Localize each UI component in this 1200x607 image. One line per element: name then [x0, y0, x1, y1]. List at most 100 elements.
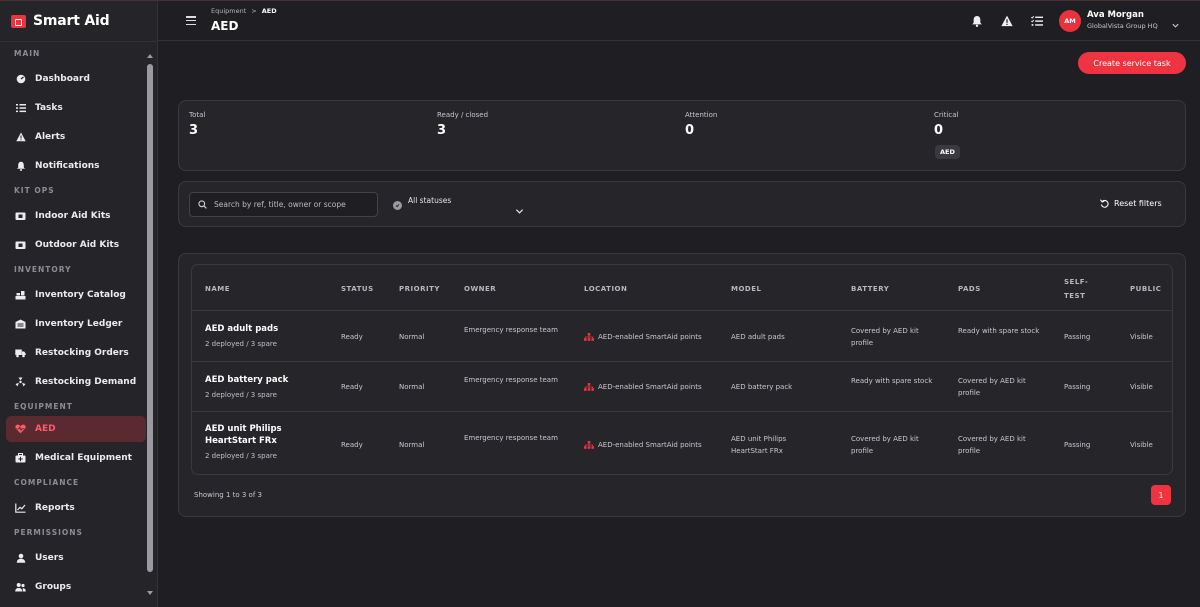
column-header-name[interactable]: NAME [205, 285, 230, 293]
item-stock: 2 deployed / 3 spare [205, 452, 277, 460]
user-name[interactable]: Ava Morgan [1087, 10, 1144, 20]
sidebar-item-aed[interactable]: AED [6, 416, 146, 442]
sidebar-item-label: Dashboard [35, 74, 90, 84]
kit-icon [15, 240, 26, 251]
sidebar-item-label: Reports [35, 503, 75, 513]
sidebar-item-restocking-demand[interactable]: Restocking Demand [6, 369, 146, 395]
aed-table-card: NAME STATUS PRIORITY OWNER LOCATION MODE… [178, 253, 1186, 517]
alert-icon [15, 132, 26, 143]
chevron-down-icon[interactable] [1171, 15, 1180, 28]
sidebar-item-label: AED [35, 424, 56, 434]
section-compliance: COMPLIANCE [14, 478, 80, 487]
column-header-model[interactable]: MODEL [731, 285, 761, 293]
header-actions [970, 14, 1043, 27]
sidebar-item-indoor-aid-kits[interactable]: Indoor Aid Kits [6, 203, 146, 229]
sidebar: Smart Aid MAIN Dashboard Tasks Alerts No… [0, 1, 158, 607]
cell-priority: Normal [399, 333, 425, 341]
table-row[interactable]: AED unit Philips HeartStart FRx 2 deploy… [192, 412, 1172, 474]
column-header-status[interactable]: STATUS [341, 285, 374, 293]
stat-value: 3 [189, 123, 199, 138]
column-header-owner[interactable]: OWNER [464, 285, 496, 293]
stat-label: Attention [685, 111, 718, 119]
column-header-priority[interactable]: PRIORITY [399, 285, 440, 293]
create-service-task-button[interactable]: Create service task [1078, 52, 1186, 74]
breadcrumb: Equipment > AED [211, 7, 277, 15]
status-filter-select[interactable]: All statuses [393, 192, 533, 217]
cell-location: AED-enabled SmartAid points [584, 439, 702, 451]
item-name[interactable]: AED battery pack [205, 374, 288, 386]
scroll-down-arrow-icon[interactable] [147, 591, 153, 595]
sidebar-item-label: Groups [35, 582, 72, 592]
cell-name: AED battery pack 2 deployed / 3 spare [205, 374, 288, 401]
reset-icon [1100, 199, 1109, 208]
sidebar-item-tasks[interactable]: Tasks [6, 95, 146, 121]
sidebar-item-inventory-catalog[interactable]: Inventory Catalog [6, 282, 146, 308]
sidebar-item-label: Restocking Demand [35, 377, 137, 387]
first-aid-kit-icon [11, 14, 26, 28]
cell-model: AED adult pads [731, 333, 785, 341]
sidebar-item-groups[interactable]: Groups [6, 574, 146, 600]
stat-label: Ready / closed [437, 111, 489, 119]
brand-logo[interactable]: Smart Aid [11, 13, 110, 29]
sidebar-item-label: Restocking Orders [35, 348, 129, 358]
menu-toggle-icon[interactable] [186, 16, 196, 25]
sidebar-item-medical-equipment[interactable]: Medical Equipment [6, 445, 146, 471]
stat-value: 0 [685, 123, 695, 138]
status-filter-value: All statuses [408, 196, 452, 205]
sidebar-item-label: Alerts [35, 132, 66, 142]
column-header-public[interactable]: PUBLIC [1130, 285, 1161, 293]
reset-filters-label: Reset filters [1114, 199, 1162, 208]
sidebar-scrollbar[interactable] [147, 64, 153, 572]
sidebar-item-label: Medical Equipment [35, 453, 132, 463]
search-input[interactable] [214, 200, 374, 209]
cell-model: AED battery pack [731, 383, 793, 391]
user-icon [15, 553, 26, 564]
page-1-button[interactable]: 1 [1151, 485, 1171, 505]
cell-location: AED-enabled SmartAid points [584, 331, 702, 343]
column-header-location[interactable]: LOCATION [584, 285, 627, 293]
critical-chip-badge: AED [935, 145, 960, 159]
scroll-up-arrow-icon[interactable] [147, 54, 153, 58]
bell-icon[interactable] [970, 14, 983, 27]
reset-filters-button[interactable]: Reset filters [1100, 199, 1162, 208]
pagination-summary: Showing 1 to 3 of 3 [194, 491, 262, 499]
app: Smart Aid MAIN Dashboard Tasks Alerts No… [0, 0, 1200, 607]
cell-public: Visible [1130, 333, 1153, 341]
column-header-pads[interactable]: PADS [958, 285, 981, 293]
sidebar-item-notifications[interactable]: Notifications [6, 153, 146, 179]
sidebar-item-label: Inventory Catalog [35, 290, 126, 300]
sidebar-item-alerts[interactable]: Alerts [6, 124, 146, 150]
sidebar-item-label: Indoor Aid Kits [35, 211, 111, 221]
sidebar-item-users[interactable]: Users [6, 545, 146, 571]
table-row[interactable]: AED battery pack 2 deployed / 3 spare Re… [192, 362, 1172, 412]
sidebar-item-label: Outdoor Aid Kits [35, 240, 120, 250]
tasks-icon[interactable] [1030, 14, 1043, 27]
cell-self-test: Passing [1064, 333, 1091, 341]
table-row[interactable]: AED adult pads 2 deployed / 3 spare Read… [192, 311, 1172, 362]
stat-label: Total [189, 111, 206, 119]
status-dot-icon [393, 201, 402, 210]
cell-owner: Emergency response team [464, 376, 558, 384]
sidebar-item-inventory-ledger[interactable]: Inventory Ledger [6, 311, 146, 337]
search-box[interactable] [189, 192, 378, 217]
location-network-icon [584, 383, 594, 391]
sidebar-item-outdoor-aid-kits[interactable]: Outdoor Aid Kits [6, 232, 146, 258]
column-header-self[interactable]: SELF- [1064, 278, 1088, 286]
cell-pads: Ready with spare stock [958, 327, 1040, 335]
avatar[interactable]: AM [1059, 10, 1081, 32]
kit-icon [15, 211, 26, 222]
item-name[interactable]: AED adult pads [205, 323, 278, 335]
medical-bag-icon [15, 453, 26, 464]
cell-owner: Emergency response team [464, 434, 558, 442]
alert-icon[interactable] [1000, 14, 1013, 27]
sidebar-item-reports[interactable]: Reports [6, 495, 146, 521]
column-header-battery[interactable]: BATTERY [851, 285, 889, 293]
item-name[interactable]: AED unit Philips HeartStart FRx [205, 423, 315, 447]
stat-attention: Attention 0 [685, 111, 717, 138]
sidebar-item-restocking-orders[interactable]: Restocking Orders [6, 340, 146, 366]
ledger-icon [15, 319, 26, 330]
sidebar-item-dashboard[interactable]: Dashboard [6, 66, 146, 92]
filters-bar: All statuses Reset filters [178, 181, 1186, 227]
column-header-test[interactable]: TEST [1064, 292, 1085, 300]
breadcrumb-equipment[interactable]: Equipment [211, 7, 246, 15]
